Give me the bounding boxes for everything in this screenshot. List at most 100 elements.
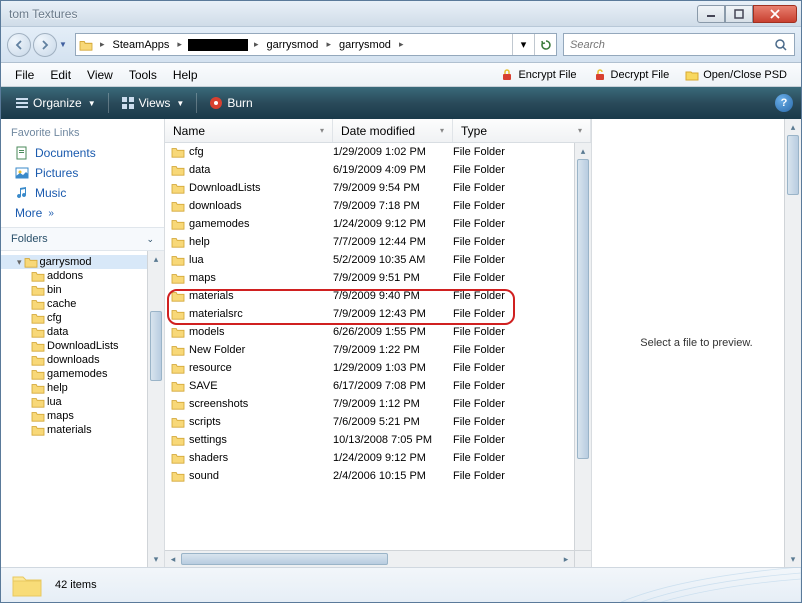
sort-dropdown-icon[interactable]: ▾: [320, 126, 324, 135]
file-row[interactable]: sound2/4/2006 10:15 PMFile Folder: [165, 467, 591, 485]
maximize-button[interactable]: [725, 5, 753, 23]
file-list-pane: Name▾ Date modified▾ Type▾ cfg1/29/2009 …: [165, 119, 591, 567]
close-button[interactable]: [753, 5, 797, 23]
file-row[interactable]: New Folder7/9/2009 1:22 PMFile Folder: [165, 341, 591, 359]
scroll-down-icon[interactable]: ▾: [785, 551, 801, 567]
file-row[interactable]: shaders1/24/2009 9:12 PMFile Folder: [165, 449, 591, 467]
column-date[interactable]: Date modified▾: [333, 119, 453, 142]
history-dropdown-icon[interactable]: ▼: [59, 40, 69, 49]
file-row[interactable]: data6/19/2009 4:09 PMFile Folder: [165, 161, 591, 179]
menu-tools[interactable]: Tools: [121, 65, 165, 85]
scroll-thumb[interactable]: [181, 553, 388, 565]
tree-item[interactable]: data: [1, 325, 164, 339]
file-row[interactable]: materials7/9/2009 9:40 PMFile Folder: [165, 287, 591, 305]
file-date: 6/17/2009 7:08 PM: [333, 380, 453, 392]
scroll-right-icon[interactable]: ▸: [558, 551, 574, 567]
file-row[interactable]: models6/26/2009 1:55 PMFile Folder: [165, 323, 591, 341]
file-row[interactable]: resource1/29/2009 1:03 PMFile Folder: [165, 359, 591, 377]
forward-button[interactable]: [33, 33, 57, 57]
breadcrumb-segment[interactable]: garrysmod: [335, 34, 395, 55]
preview-scrollbar[interactable]: ▴ ▾: [784, 119, 801, 567]
menu-help[interactable]: Help: [165, 65, 206, 85]
chevron-right-icon[interactable]: ▸: [395, 39, 408, 50]
decrypt-button[interactable]: Decrypt File: [585, 66, 678, 84]
help-button[interactable]: ?: [775, 94, 793, 112]
tree-item[interactable]: materials: [1, 423, 164, 437]
expand-icon[interactable]: ▾: [17, 257, 22, 268]
tree-item[interactable]: gamemodes: [1, 367, 164, 381]
tree-item[interactable]: maps: [1, 409, 164, 423]
menu-view[interactable]: View: [79, 65, 121, 85]
file-row[interactable]: materialsrc7/9/2009 12:43 PMFile Folder: [165, 305, 591, 323]
breadcrumb-segment[interactable]: SteamApps: [109, 34, 174, 55]
breadcrumb-dropdown[interactable]: ▾: [512, 34, 534, 55]
views-button[interactable]: Views ▼: [115, 93, 191, 113]
search-box[interactable]: [563, 33, 795, 56]
organize-button[interactable]: Organize ▼: [9, 93, 102, 113]
scroll-thumb[interactable]: [150, 311, 162, 381]
breadcrumb[interactable]: ▸ SteamApps ▸ ▸ garrysmod ▸ garrysmod ▸ …: [75, 33, 557, 56]
scroll-thumb[interactable]: [577, 159, 589, 459]
folder-tree[interactable]: ▾garrysmod addonsbincachecfgdataDownload…: [1, 251, 164, 567]
file-row[interactable]: maps7/9/2009 9:51 PMFile Folder: [165, 269, 591, 287]
file-list[interactable]: cfg1/29/2009 1:02 PMFile Folderdata6/19/…: [165, 143, 591, 567]
tree-item[interactable]: ▾garrysmod: [1, 255, 164, 269]
refresh-button[interactable]: [534, 34, 556, 55]
favorite-documents[interactable]: Documents: [1, 143, 164, 163]
item-count: 42 items: [55, 579, 97, 591]
favorite-more[interactable]: More »: [1, 203, 164, 223]
sort-dropdown-icon[interactable]: ▾: [578, 126, 582, 135]
psd-button[interactable]: Open/Close PSD: [677, 66, 795, 84]
menu-file[interactable]: File: [7, 65, 42, 85]
tree-label: downloads: [47, 354, 100, 366]
tree-item[interactable]: cfg: [1, 311, 164, 325]
column-name[interactable]: Name▾: [165, 119, 333, 142]
search-icon[interactable]: [774, 38, 788, 52]
scroll-left-icon[interactable]: ◂: [165, 551, 181, 567]
chevron-right-icon[interactable]: ▸: [250, 39, 263, 50]
chevron-right-icon[interactable]: ▸: [96, 39, 109, 50]
list-scrollbar-h[interactable]: ◂ ▸: [165, 550, 574, 567]
tree-item[interactable]: addons: [1, 269, 164, 283]
tree-item[interactable]: bin: [1, 283, 164, 297]
file-row[interactable]: cfg1/29/2009 1:02 PMFile Folder: [165, 143, 591, 161]
file-row[interactable]: downloads7/9/2009 7:18 PMFile Folder: [165, 197, 591, 215]
breadcrumb-redacted[interactable]: [188, 39, 248, 51]
sort-dropdown-icon[interactable]: ▾: [440, 126, 444, 135]
column-type[interactable]: Type▾: [453, 119, 591, 142]
file-row[interactable]: scripts7/6/2009 5:21 PMFile Folder: [165, 413, 591, 431]
tree-scrollbar[interactable]: ▴ ▾: [147, 251, 164, 567]
scroll-down-icon[interactable]: ▾: [148, 551, 164, 567]
breadcrumb-segment[interactable]: garrysmod: [262, 34, 322, 55]
burn-button[interactable]: Burn: [203, 93, 258, 113]
file-row[interactable]: help7/7/2009 12:44 PMFile Folder: [165, 233, 591, 251]
file-row[interactable]: SAVE6/17/2009 7:08 PMFile Folder: [165, 377, 591, 395]
tree-item[interactable]: cache: [1, 297, 164, 311]
scroll-up-icon[interactable]: ▴: [785, 119, 801, 135]
file-row[interactable]: screenshots7/9/2009 1:12 PMFile Folder: [165, 395, 591, 413]
file-row[interactable]: DownloadLists7/9/2009 9:54 PMFile Folder: [165, 179, 591, 197]
back-button[interactable]: [7, 33, 31, 57]
chevron-right-icon[interactable]: ▸: [173, 39, 186, 50]
scroll-thumb[interactable]: [787, 135, 799, 195]
menu-edit[interactable]: Edit: [42, 65, 79, 85]
tree-item[interactable]: DownloadLists: [1, 339, 164, 353]
encrypt-button[interactable]: Encrypt File: [492, 66, 584, 84]
tree-item[interactable]: help: [1, 381, 164, 395]
titlebar[interactable]: tom Textures: [1, 1, 801, 27]
list-scrollbar[interactable]: ▴ ▾: [574, 143, 591, 567]
chevron-right-icon[interactable]: ▸: [322, 39, 335, 50]
favorite-music[interactable]: Music: [1, 183, 164, 203]
search-input[interactable]: [570, 39, 774, 51]
minimize-button[interactable]: [697, 5, 725, 23]
file-row[interactable]: lua5/2/2009 10:35 AMFile Folder: [165, 251, 591, 269]
tree-item[interactable]: downloads: [1, 353, 164, 367]
lock-closed-icon: [500, 68, 514, 82]
favorite-pictures[interactable]: Pictures: [1, 163, 164, 183]
scroll-up-icon[interactable]: ▴: [575, 143, 591, 159]
scroll-up-icon[interactable]: ▴: [148, 251, 164, 267]
file-row[interactable]: settings10/13/2008 7:05 PMFile Folder: [165, 431, 591, 449]
folders-header[interactable]: Folders ⌄: [1, 227, 164, 251]
file-row[interactable]: gamemodes1/24/2009 9:12 PMFile Folder: [165, 215, 591, 233]
tree-item[interactable]: lua: [1, 395, 164, 409]
